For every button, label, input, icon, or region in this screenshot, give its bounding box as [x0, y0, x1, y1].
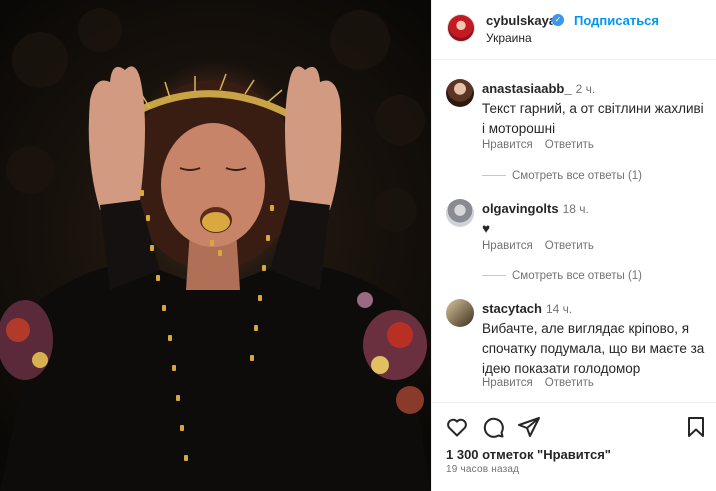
follow-button[interactable]: Подписаться	[574, 13, 659, 28]
comment-body: olgavingolts 18 ч. ♥	[482, 199, 707, 239]
comment-text: ♥	[482, 221, 491, 236]
heart-icon[interactable]	[445, 415, 469, 439]
comment-like-button[interactable]: Нравится	[482, 139, 533, 151]
post-sidebar: cybulskaya ✓ Подписаться Украина anastas…	[431, 0, 716, 491]
photo-illustration	[0, 8, 431, 491]
author-avatar[interactable]	[447, 14, 475, 42]
paper-plane-icon[interactable]	[517, 415, 541, 439]
commenter-username[interactable]: anastasiaabb_	[482, 81, 572, 96]
verified-badge-icon: ✓	[552, 14, 564, 26]
comment-reply-button[interactable]: Ответить	[545, 240, 594, 252]
post-photo[interactable]	[0, 0, 431, 491]
view-replies-button[interactable]: Смотреть все ответы (1)	[482, 170, 642, 182]
view-replies-label: Смотреть все ответы (1)	[512, 170, 642, 182]
comment-time: 2 ч.	[575, 82, 596, 96]
divider-line	[482, 175, 506, 177]
comment-icon[interactable]	[481, 415, 505, 439]
likes-count[interactable]: 1 300 отметок "Нравится"	[446, 447, 611, 462]
commenter-username[interactable]: stacytach	[482, 301, 542, 316]
comment-body: anastasiaabb_ 2 ч. Текст гарний, а от сві…	[482, 79, 707, 139]
comment-actions: Нравится Ответить	[482, 139, 606, 151]
post-timestamp[interactable]: 19 часов назад	[446, 464, 519, 475]
post-location[interactable]: Украина	[486, 31, 532, 45]
commenter-avatar[interactable]	[446, 79, 474, 107]
view-replies-label: Смотреть все ответы (1)	[512, 270, 642, 282]
comment-reply-button[interactable]: Ответить	[545, 139, 594, 151]
comment-actions: Нравится Ответить	[482, 377, 606, 389]
comment-text: Текст гарний, а от світлини жахливі і мо…	[482, 101, 704, 136]
comment-time: 18 ч.	[562, 202, 589, 216]
post-actions-bar: 1 300 отметок "Нравится" 19 часов назад	[432, 402, 716, 491]
view-replies-button[interactable]: Смотреть все ответы (1)	[482, 270, 642, 282]
commenter-username[interactable]: olgavingolts	[482, 201, 559, 216]
author-username[interactable]: cybulskaya	[486, 13, 556, 28]
comment-actions: Нравится Ответить	[482, 240, 606, 252]
divider-line	[482, 275, 506, 277]
comment-time: 14 ч.	[545, 302, 573, 316]
comments-list[interactable]: anastasiaabb_ 2 ч. Текст гарний, а от сві…	[432, 61, 716, 401]
commenter-avatar[interactable]	[446, 299, 474, 327]
bookmark-icon[interactable]	[685, 415, 707, 439]
comment-like-button[interactable]: Нравится	[482, 240, 533, 252]
comment-text: Вибачте, але виглядає кріпово, я спочатк…	[482, 321, 705, 376]
commenter-avatar[interactable]	[446, 199, 474, 227]
comment-reply-button[interactable]: Ответить	[545, 377, 594, 389]
comment-like-button[interactable]: Нравится	[482, 377, 533, 389]
comment-body: stacytach 14 ч. Вибачте, але виглядає крі…	[482, 299, 707, 379]
post-header: cybulskaya ✓ Подписаться Украина	[432, 0, 716, 60]
